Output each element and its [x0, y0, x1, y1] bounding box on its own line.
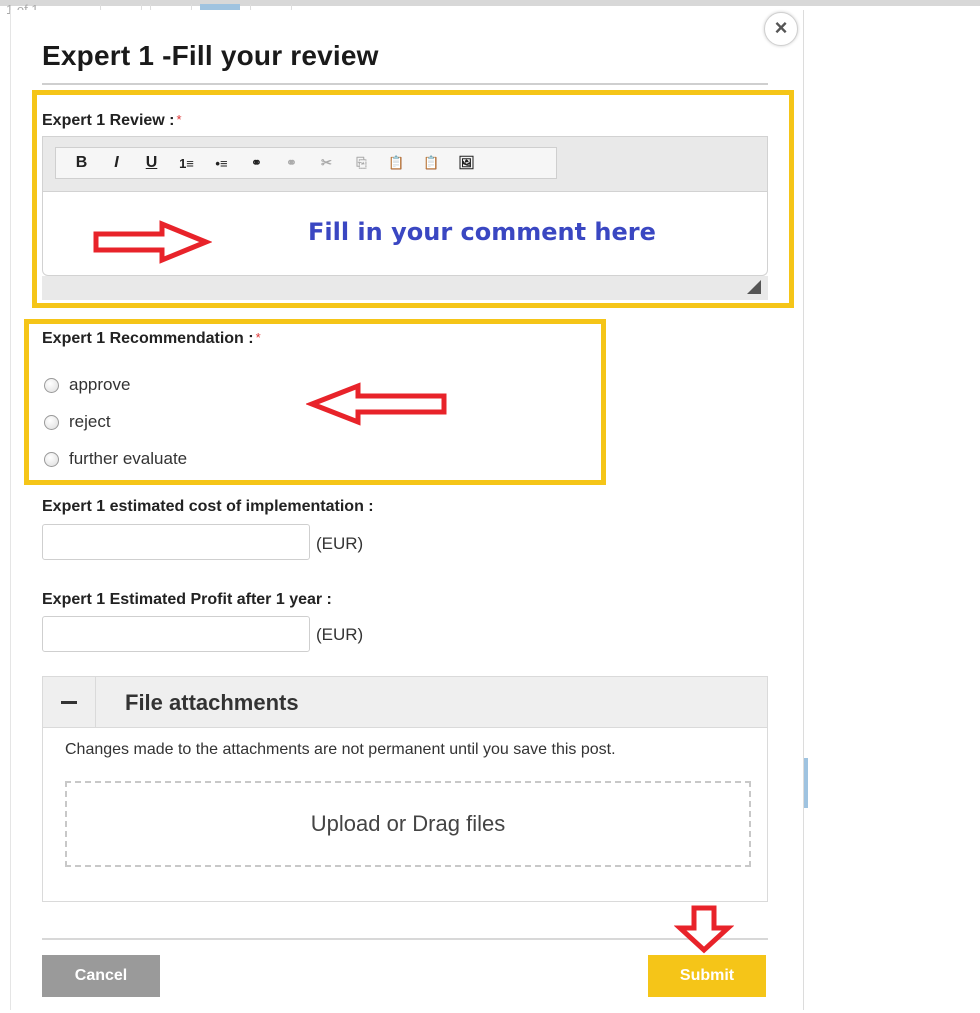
annotation-text: Fill in your comment here	[308, 218, 656, 246]
copy-icon[interactable]: ⎘	[344, 149, 379, 177]
profit-label: Expert 1 Estimated Profit after 1 year :	[42, 591, 332, 608]
bullet-list-icon[interactable]: •≡	[204, 149, 239, 177]
file-attachments-panel: File attachments Changes made to the att…	[42, 676, 768, 902]
editor-statusbar	[42, 276, 768, 300]
submit-button[interactable]: Submit	[648, 955, 766, 997]
radio-button[interactable]	[44, 451, 59, 467]
resize-handle[interactable]	[747, 280, 761, 294]
bold-icon[interactable]: B	[64, 149, 99, 177]
required-mark: *	[176, 112, 182, 127]
review-label: Expert 1 Review : *	[42, 112, 182, 129]
profit-input[interactable]	[42, 616, 310, 652]
attachments-header: File attachments	[43, 677, 767, 728]
unlink-icon[interactable]: ⚭	[274, 149, 309, 177]
close-button[interactable]: ×	[764, 12, 798, 46]
radio-reject[interactable]: reject	[44, 412, 111, 432]
dropzone-label: Upload or Drag files	[310, 811, 506, 836]
radio-label: approve	[69, 375, 131, 394]
dialog-title: Expert 1 -Fill your review	[42, 40, 379, 71]
annotation-arrow-down	[674, 905, 734, 954]
radio-label: further evaluate	[69, 449, 188, 468]
annotation-arrow-left	[306, 382, 447, 426]
cut-icon[interactable]: ✂	[309, 149, 344, 177]
recommendation-label: Expert 1 Recommendation : *	[42, 330, 261, 347]
paste-word-icon[interactable]: 📋	[414, 149, 449, 177]
radio-further-evaluate[interactable]: further evaluate	[44, 449, 187, 469]
close-icon: ×	[774, 15, 788, 40]
italic-icon[interactable]: I	[99, 149, 134, 177]
image-icon[interactable]: 🖼	[449, 149, 484, 177]
cancel-button[interactable]: Cancel	[42, 955, 160, 997]
cost-label: Expert 1 estimated cost of implementatio…	[42, 498, 374, 515]
cost-unit: (EUR)	[316, 534, 364, 553]
numbered-list-icon[interactable]: 1≡	[169, 149, 204, 177]
required-mark: *	[255, 330, 261, 345]
profit-unit: (EUR)	[316, 625, 364, 644]
underline-icon[interactable]: U	[134, 149, 169, 177]
title-divider	[42, 83, 768, 85]
cost-input[interactable]	[42, 524, 310, 560]
radio-button[interactable]	[44, 377, 59, 393]
editor-toolbar-area: B I U 1≡ •≡ ⚭ ⚭ ✂ ⎘ 📋 📋 🖼	[42, 136, 768, 192]
attachments-note: Changes made to the attachments are not …	[65, 741, 616, 758]
radio-button[interactable]	[44, 414, 59, 430]
collapse-toggle[interactable]	[43, 677, 96, 727]
paste-icon[interactable]: 📋	[379, 149, 414, 177]
link-icon[interactable]: ⚭	[239, 149, 274, 177]
editor-toolbar: B I U 1≡ •≡ ⚭ ⚭ ✂ ⎘ 📋 📋 🖼	[55, 147, 557, 179]
radio-approve[interactable]: approve	[44, 375, 130, 395]
radio-label: reject	[69, 412, 111, 431]
upload-dropzone[interactable]: Upload or Drag files	[65, 781, 751, 867]
annotation-arrow-right	[93, 220, 212, 264]
attachments-title: File attachments	[125, 690, 299, 715]
footer-divider	[42, 938, 768, 940]
minus-icon	[61, 700, 77, 704]
